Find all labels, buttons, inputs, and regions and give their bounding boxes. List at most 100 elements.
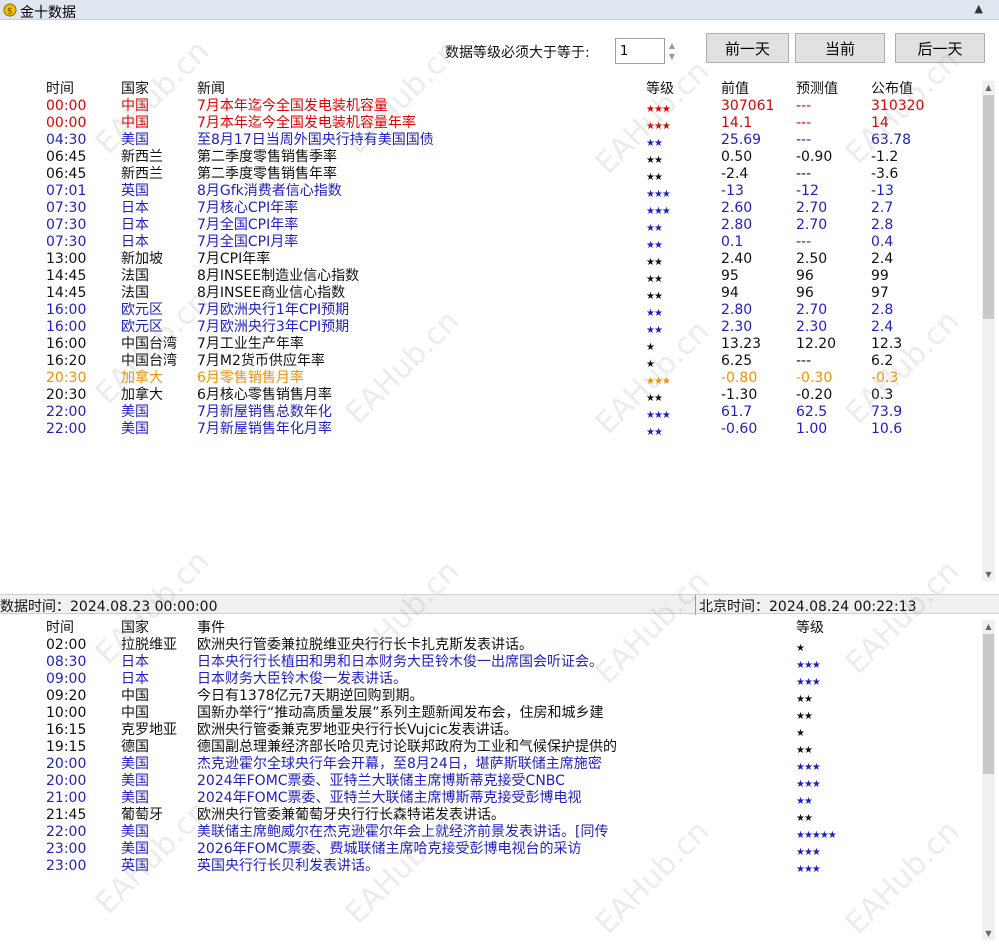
level-stars: ★★ xyxy=(646,427,663,438)
data-table-row[interactable]: 07:30 日本 7月核心CPI年率 ★★★ 2.60 2.70 2.7 xyxy=(0,200,982,217)
events-table-row[interactable]: 21:45 葡萄牙 欧洲央行管委兼葡萄牙央行行长森特诺发表讲话。 ★★ xyxy=(0,807,982,824)
data-table-row[interactable]: 14:45 法国 8月INSEE商业信心指数 ★★ 94 96 97 xyxy=(0,285,982,302)
events-table-row[interactable]: 10:00 中国 国新办举行“推动高质量发展”系列主题新闻发布会，住房和城乡建 ★★ xyxy=(0,705,982,722)
events-table-row[interactable]: 21:00 美国 2024年FOMC票委、亚特兰大联储主席博斯蒂克接受彭博电视 ★★ xyxy=(0,790,982,807)
data-table-row[interactable]: 16:00 中国台湾 7月工业生产年率 ★ 13.23 12.20 12.3 xyxy=(0,336,982,353)
cell-time: 07:01 xyxy=(46,183,87,199)
events-table-row[interactable]: 22:00 美国 美联储主席鲍威尔在杰克逊霍尔年会上就经济前景发表讲话。[同传 ★★★… xyxy=(0,824,982,841)
next-day-button[interactable]: 后一天 xyxy=(895,33,985,63)
cell-forecast: 12.20 xyxy=(796,336,837,352)
events-table-row[interactable]: 23:00 美国 2026年FOMC票委、费城联储主席哈克接受彭博电视台的采访 ★★★ xyxy=(0,841,982,858)
events-table-row[interactable]: 20:00 美国 杰克逊霍尔全球央行年会开幕，至8月24日，堪萨斯联储主席施密 ★★★ xyxy=(0,756,982,773)
data-table-row[interactable]: 07:01 英国 8月Gfk消费者信心指数 ★★★ -13 -12 -13 xyxy=(0,183,982,200)
cell-forecast: 96 xyxy=(796,285,814,301)
level-spinner-icon[interactable]: ▲ ▼ xyxy=(667,40,677,62)
data-table-row[interactable]: 22:00 美国 7月新屋销售年化月率 ★★ -0.60 1.00 10.6 xyxy=(0,421,982,438)
cell-news: 7月M2货币供应年率 xyxy=(197,353,325,369)
event-text: 国新办举行“推动高质量发展”系列主题新闻发布会，住房和城乡建 xyxy=(197,705,604,721)
data-time: 数据时间：2024.08.23 00:00:00 xyxy=(0,599,218,615)
data-table-row[interactable]: 14:45 法国 8月INSEE制造业信心指数 ★★ 95 96 99 xyxy=(0,268,982,285)
event-country: 美国 xyxy=(121,790,149,806)
data-table-row[interactable]: 13:00 新加坡 7月CPI年率 ★★ 2.40 2.50 2.4 xyxy=(0,251,982,268)
event-country: 美国 xyxy=(121,824,149,840)
cell-previous: 307061 xyxy=(721,98,775,114)
today-button[interactable]: 当前 xyxy=(795,33,885,63)
cell-actual: 2.8 xyxy=(871,217,894,233)
cell-previous: 95 xyxy=(721,268,739,284)
event-time: 22:00 xyxy=(46,824,87,840)
data-table-row[interactable]: 00:00 中国 7月本年迄今全国发电装机容量年率 ★★★ 14.1 --- 14 xyxy=(0,115,982,132)
data-table-row[interactable]: 07:30 日本 7月全国CPI年率 ★★ 2.80 2.70 2.8 xyxy=(0,217,982,234)
cell-news: 第二季度零售销售年率 xyxy=(197,166,337,182)
cell-news: 7月全国CPI年率 xyxy=(197,217,299,233)
cell-actual: 73.9 xyxy=(871,404,903,420)
data-table-row[interactable]: 06:45 新西兰 第二季度零售销售季率 ★★ 0.50 -0.90 -1.2 xyxy=(0,149,982,166)
cell-time: 14:45 xyxy=(46,268,87,284)
events-table-row[interactable]: 09:20 中国 今日有1378亿元7天期逆回购到期。 ★★ xyxy=(0,688,982,705)
cell-country: 美国 xyxy=(121,404,149,420)
events-header-time: 时间 xyxy=(46,620,74,636)
cell-news: 7月核心CPI年率 xyxy=(197,200,299,216)
cell-country: 欧元区 xyxy=(121,319,163,335)
data-table-row[interactable]: 07:30 日本 7月全国CPI月率 ★★ 0.1 --- 0.4 xyxy=(0,234,982,251)
data-table-row[interactable]: 16:00 欧元区 7月欧洲央行1年CPI预期 ★★ 2.80 2.70 2.8 xyxy=(0,302,982,319)
data-table-row[interactable]: 06:45 新西兰 第二季度零售销售年率 ★★ -2.4 --- -3.6 xyxy=(0,166,982,183)
events-table-row[interactable]: 08:30 日本 日本央行行长植田和男和日本财务大臣铃木俊一出席国会听证会。 ★★★ xyxy=(0,654,982,671)
cell-actual: -13 xyxy=(871,183,894,199)
data-table-row[interactable]: 22:00 美国 7月新屋销售总数年化 ★★★ 61.7 62.5 73.9 xyxy=(0,404,982,421)
cell-actual: 2.4 xyxy=(871,251,894,267)
level-filter-input[interactable] xyxy=(615,38,665,64)
collapse-icon[interactable]: ▲ xyxy=(975,2,983,15)
event-text: 欧洲央行管委兼克罗地亚央行行长Vujcic发表讲话。 xyxy=(197,722,518,738)
event-country: 美国 xyxy=(121,756,149,772)
cell-time: 16:20 xyxy=(46,353,87,369)
data-table-row[interactable]: 00:00 中国 7月本年迄今全国发电装机容量 ★★★ 307061 --- 310320 xyxy=(0,98,982,115)
cell-news: 8月Gfk消费者信心指数 xyxy=(197,183,342,199)
cell-country: 欧元区 xyxy=(121,302,163,318)
data-table-row[interactable]: 16:20 中国台湾 7月M2货币供应年率 ★ 6.25 --- 6.2 xyxy=(0,353,982,370)
events-table-row[interactable]: 09:00 日本 日本财务大臣铃木俊一发表讲话。 ★★★ xyxy=(0,671,982,688)
event-text: 美联储主席鲍威尔在杰克逊霍尔年会上就经济前景发表讲话。[同传 xyxy=(197,824,609,840)
cell-country: 加拿大 xyxy=(121,387,163,403)
cell-forecast: 1.00 xyxy=(796,421,828,437)
events-table-row[interactable]: 19:15 德国 德国副总理兼经济部长哈贝克讨论联邦政府为工业和气候保护提供的 ★★ xyxy=(0,739,982,756)
cell-country: 法国 xyxy=(121,285,149,301)
event-country: 中国 xyxy=(121,688,149,704)
cell-time: 06:45 xyxy=(46,149,87,165)
events-header-level: 等级 xyxy=(796,620,824,636)
events-scroll-up-icon[interactable]: ▲ xyxy=(982,620,995,633)
events-table-scrollbar[interactable]: ▲ ▼ xyxy=(982,620,995,940)
cell-forecast: -0.20 xyxy=(796,387,833,403)
cell-time: 16:00 xyxy=(46,302,87,318)
events-table-row[interactable]: 16:15 克罗地亚 欧洲央行管委兼克罗地亚央行行长Vujcic发表讲话。 ★ xyxy=(0,722,982,739)
data-table-scrollbar[interactable]: ▲ ▼ xyxy=(982,81,995,581)
cell-actual: 0.3 xyxy=(871,387,894,403)
scroll-up-icon[interactable]: ▲ xyxy=(982,81,995,94)
events-table-row[interactable]: 02:00 拉脱维亚 欧洲央行管委兼拉脱维亚央行行长卡扎克斯发表讲话。 ★ xyxy=(0,637,982,654)
events-table-row[interactable]: 23:00 英国 英国央行行长贝利发表讲话。 ★★★ xyxy=(0,858,982,875)
cell-forecast: --- xyxy=(796,115,812,131)
data-table-row[interactable]: 20:30 加拿大 6月零售销售月率 ★★★ -0.80 -0.30 -0.3 xyxy=(0,370,982,387)
events-table-row[interactable]: 20:00 美国 2024年FOMC票委、亚特兰大联储主席博斯蒂克接受CNBC ★★★ xyxy=(0,773,982,790)
cell-previous: 0.1 xyxy=(721,234,744,250)
events-header-country: 国家 xyxy=(121,620,149,636)
events-scroll-down-icon[interactable]: ▼ xyxy=(982,927,995,940)
cell-previous: -0.60 xyxy=(721,421,758,437)
event-time: 09:20 xyxy=(46,688,87,704)
cell-news: 至8月17日当周外国央行持有美国国债 xyxy=(197,132,434,148)
data-table-row[interactable]: 20:30 加拿大 6月核心零售销售月率 ★★ -1.30 -0.20 0.3 xyxy=(0,387,982,404)
scroll-down-icon[interactable]: ▼ xyxy=(982,568,995,581)
cell-actual: -3.6 xyxy=(871,166,899,182)
cell-actual: 2.4 xyxy=(871,319,894,335)
cell-actual: 0.4 xyxy=(871,234,894,250)
event-text: 杰克逊霍尔全球央行年会开幕，至8月24日，堪萨斯联储主席施密 xyxy=(197,756,602,772)
cell-news: 8月INSEE制造业信心指数 xyxy=(197,268,360,284)
events-scrollbar-thumb[interactable] xyxy=(983,634,994,774)
data-table-row[interactable]: 04:30 美国 至8月17日当周外国央行持有美国国债 ★★ 25.69 --- 63.78 xyxy=(0,132,982,149)
event-country: 美国 xyxy=(121,773,149,789)
data-table-row[interactable]: 16:00 欧元区 7月欧洲央行3年CPI预期 ★★ 2.30 2.30 2.4 xyxy=(0,319,982,336)
prev-day-button[interactable]: 前一天 xyxy=(706,33,789,63)
scrollbar-thumb[interactable] xyxy=(983,95,994,319)
cell-news: 6月核心零售销售月率 xyxy=(197,387,332,403)
event-text: 2024年FOMC票委、亚特兰大联储主席博斯蒂克接受CNBC xyxy=(197,773,565,789)
